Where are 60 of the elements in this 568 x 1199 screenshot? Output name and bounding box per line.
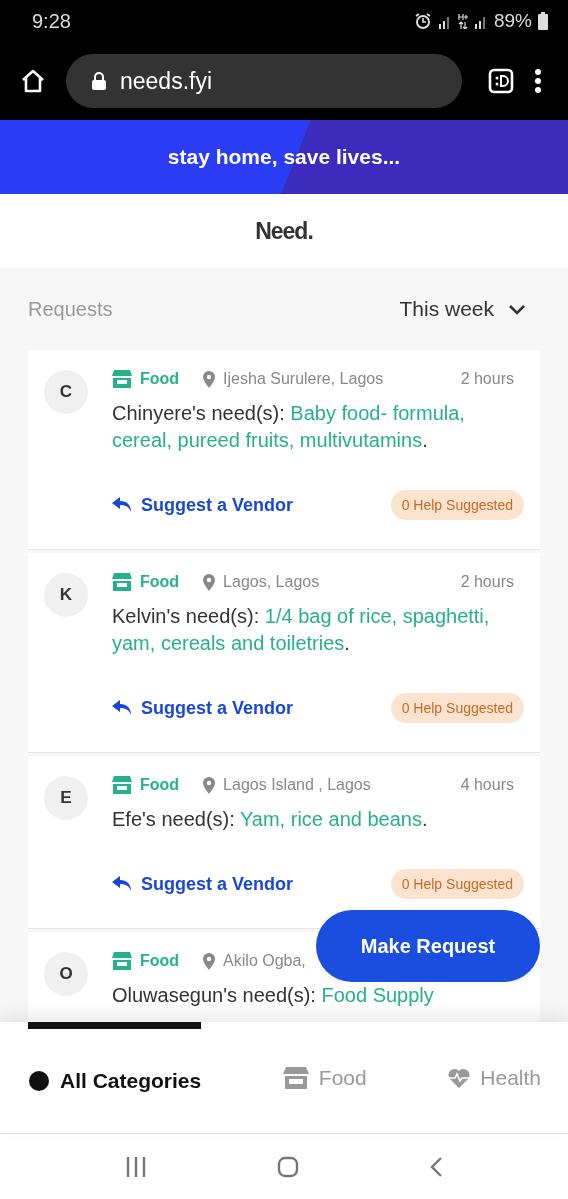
need-description: Efe's need(s): Yam, rice and beans. <box>112 807 429 832</box>
address-bar[interactable]: needs.fyi <box>66 54 462 108</box>
location-pin-icon <box>203 370 216 388</box>
store-icon <box>112 952 132 970</box>
avatar: C <box>44 370 88 414</box>
menu-icon[interactable] <box>534 68 542 94</box>
location-pin-icon <box>203 952 216 970</box>
help-count-badge: 0 Help Suggested <box>390 490 524 520</box>
alarm-icon <box>413 12 432 30</box>
tab-switcher-icon[interactable] <box>488 68 514 94</box>
banner-text: stay home, save lives... <box>167 145 401 169</box>
location-pin-icon <box>203 573 216 591</box>
time-ago: 2 hours <box>460 573 515 591</box>
battery-percent: 89% <box>493 10 532 32</box>
section-title: Requests <box>28 297 113 321</box>
suggest-vendor-link[interactable]: Suggest a Vendor <box>112 494 294 516</box>
location-pin-icon <box>203 776 216 794</box>
category-label: Food <box>140 952 180 970</box>
suggest-vendor-link[interactable]: Suggest a Vendor <box>112 873 294 895</box>
avatar: K <box>44 573 88 617</box>
heart-pulse-icon <box>448 1067 471 1088</box>
help-count-badge: 0 Help Suggested <box>390 869 524 899</box>
store-icon <box>282 1066 309 1089</box>
logo[interactable]: Need. <box>255 217 313 245</box>
chevron-icon <box>508 303 526 315</box>
avatar: E <box>44 776 88 820</box>
dot-icon <box>28 1070 50 1092</box>
category-label: Food <box>140 370 180 388</box>
category-label: Food <box>140 573 180 591</box>
location-text: Lagos, Lagos <box>223 573 320 591</box>
reply-icon <box>112 497 132 513</box>
reply-icon <box>112 876 132 892</box>
avatar: O <box>44 952 88 996</box>
need-description: Oluwasegun's need(s): Food Supply <box>112 983 435 1008</box>
help-count-badge: 0 Help Suggested <box>390 693 524 723</box>
time-ago: 2 hours <box>460 370 515 388</box>
location-text: Akilo Ogba, <box>223 952 306 970</box>
location-text: Lagos Island , Lagos <box>223 776 371 794</box>
suggest-vendor-link[interactable]: Suggest a Vendor <box>112 697 294 719</box>
home-icon[interactable] <box>20 68 46 94</box>
category-tab[interactable]: All Categories <box>28 1022 202 1133</box>
back-icon[interactable] <box>429 1155 443 1178</box>
home-button-icon[interactable] <box>277 1155 299 1178</box>
category-label: Food <box>140 776 180 794</box>
time-ago: 4 hours <box>460 776 515 794</box>
period-dropdown[interactable]: This week <box>399 297 540 321</box>
data-icon <box>457 13 468 29</box>
need-description: Chinyere's need(s): Baby food- formula, cereal, pureed fruits, multivutamins. <box>112 401 466 453</box>
store-icon <box>112 573 132 591</box>
store-icon <box>112 776 132 794</box>
url-text: needs.fyi <box>120 67 213 95</box>
make-request-button[interactable]: Make Request <box>316 910 540 982</box>
location-text: Ijesha Surulere, Lagos <box>223 370 384 388</box>
battery-icon <box>538 12 548 30</box>
status-time: 9:28 <box>32 9 71 33</box>
need-description: Kelvin's need(s): 1/4 bag of rice, spaghetti, yam, cereals and toiletries. <box>112 604 491 656</box>
recent-apps-icon[interactable] <box>125 1155 147 1178</box>
store-icon <box>112 370 132 388</box>
reply-icon <box>112 700 132 716</box>
lock-icon <box>92 72 106 90</box>
